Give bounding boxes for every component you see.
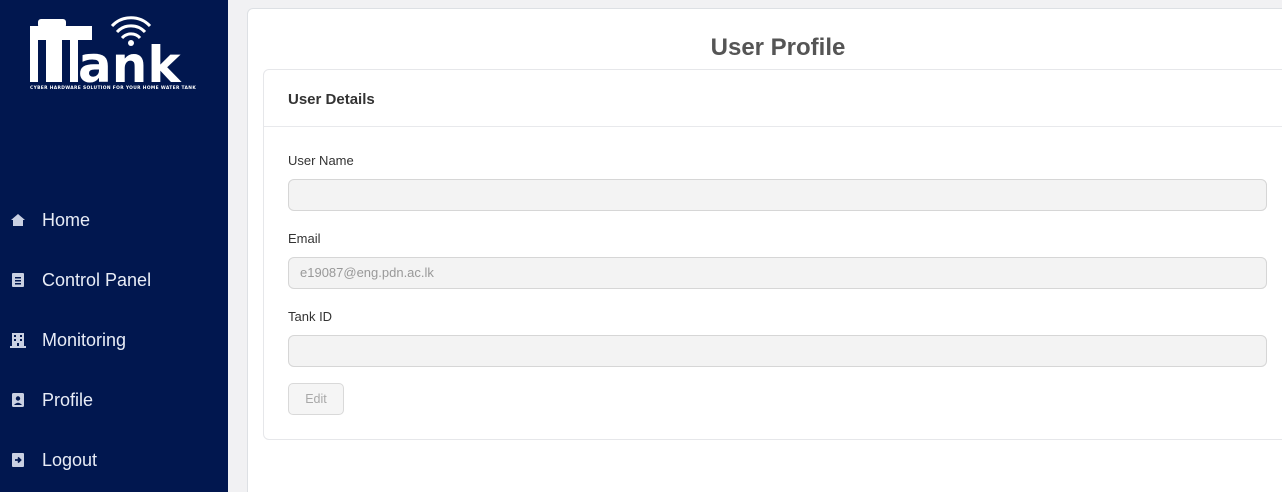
logout-icon: [9, 452, 27, 468]
sidebar-item-label: Control Panel: [42, 270, 152, 290]
sidebar-item-label: Monitoring: [42, 330, 127, 350]
username-field[interactable]: [288, 179, 1267, 211]
sidebar-item-label: Logout: [42, 450, 98, 470]
username-label: User Name: [288, 153, 354, 168]
sidebar-item-home[interactable]: Home: [0, 200, 228, 240]
clipboard-icon: [9, 272, 27, 288]
card-title: User Details: [288, 91, 375, 108]
building-icon: [9, 332, 27, 348]
brand-tagline: CYBER HARDWARE SOLUTION FOR YOUR HOME WA…: [30, 86, 197, 91]
tank-id-label: Tank ID: [288, 309, 333, 324]
email-field[interactable]: e19087@eng.pdn.ac.lk: [288, 257, 1267, 289]
brand-logo[interactable]: ank CYBER HARDWARE SOLUTION FOR YOUR HOM…: [26, 16, 206, 96]
edit-button[interactable]: Edit: [288, 383, 344, 415]
user-details-card: User Details: [263, 69, 1282, 440]
page-title: User Profile: [710, 34, 846, 61]
tank-id-field[interactable]: [288, 335, 1267, 367]
id-badge-icon: [9, 392, 27, 408]
email-label: Email: [288, 231, 321, 246]
home-icon: [9, 212, 27, 228]
sidebar-item-control-panel[interactable]: Control Panel: [0, 260, 228, 300]
sidebar: ank CYBER HARDWARE SOLUTION FOR YOUR HOM…: [0, 0, 228, 492]
tank-logo-icon: ank: [30, 16, 182, 86]
sidebar-item-profile[interactable]: Profile: [0, 380, 228, 420]
sidebar-item-monitoring[interactable]: Monitoring: [0, 320, 228, 360]
sidebar-item-label: Profile: [42, 390, 94, 410]
sidebar-item-logout[interactable]: Logout: [0, 440, 228, 480]
sidebar-item-label: Home: [42, 210, 91, 230]
card-header: User Details: [264, 70, 1282, 127]
